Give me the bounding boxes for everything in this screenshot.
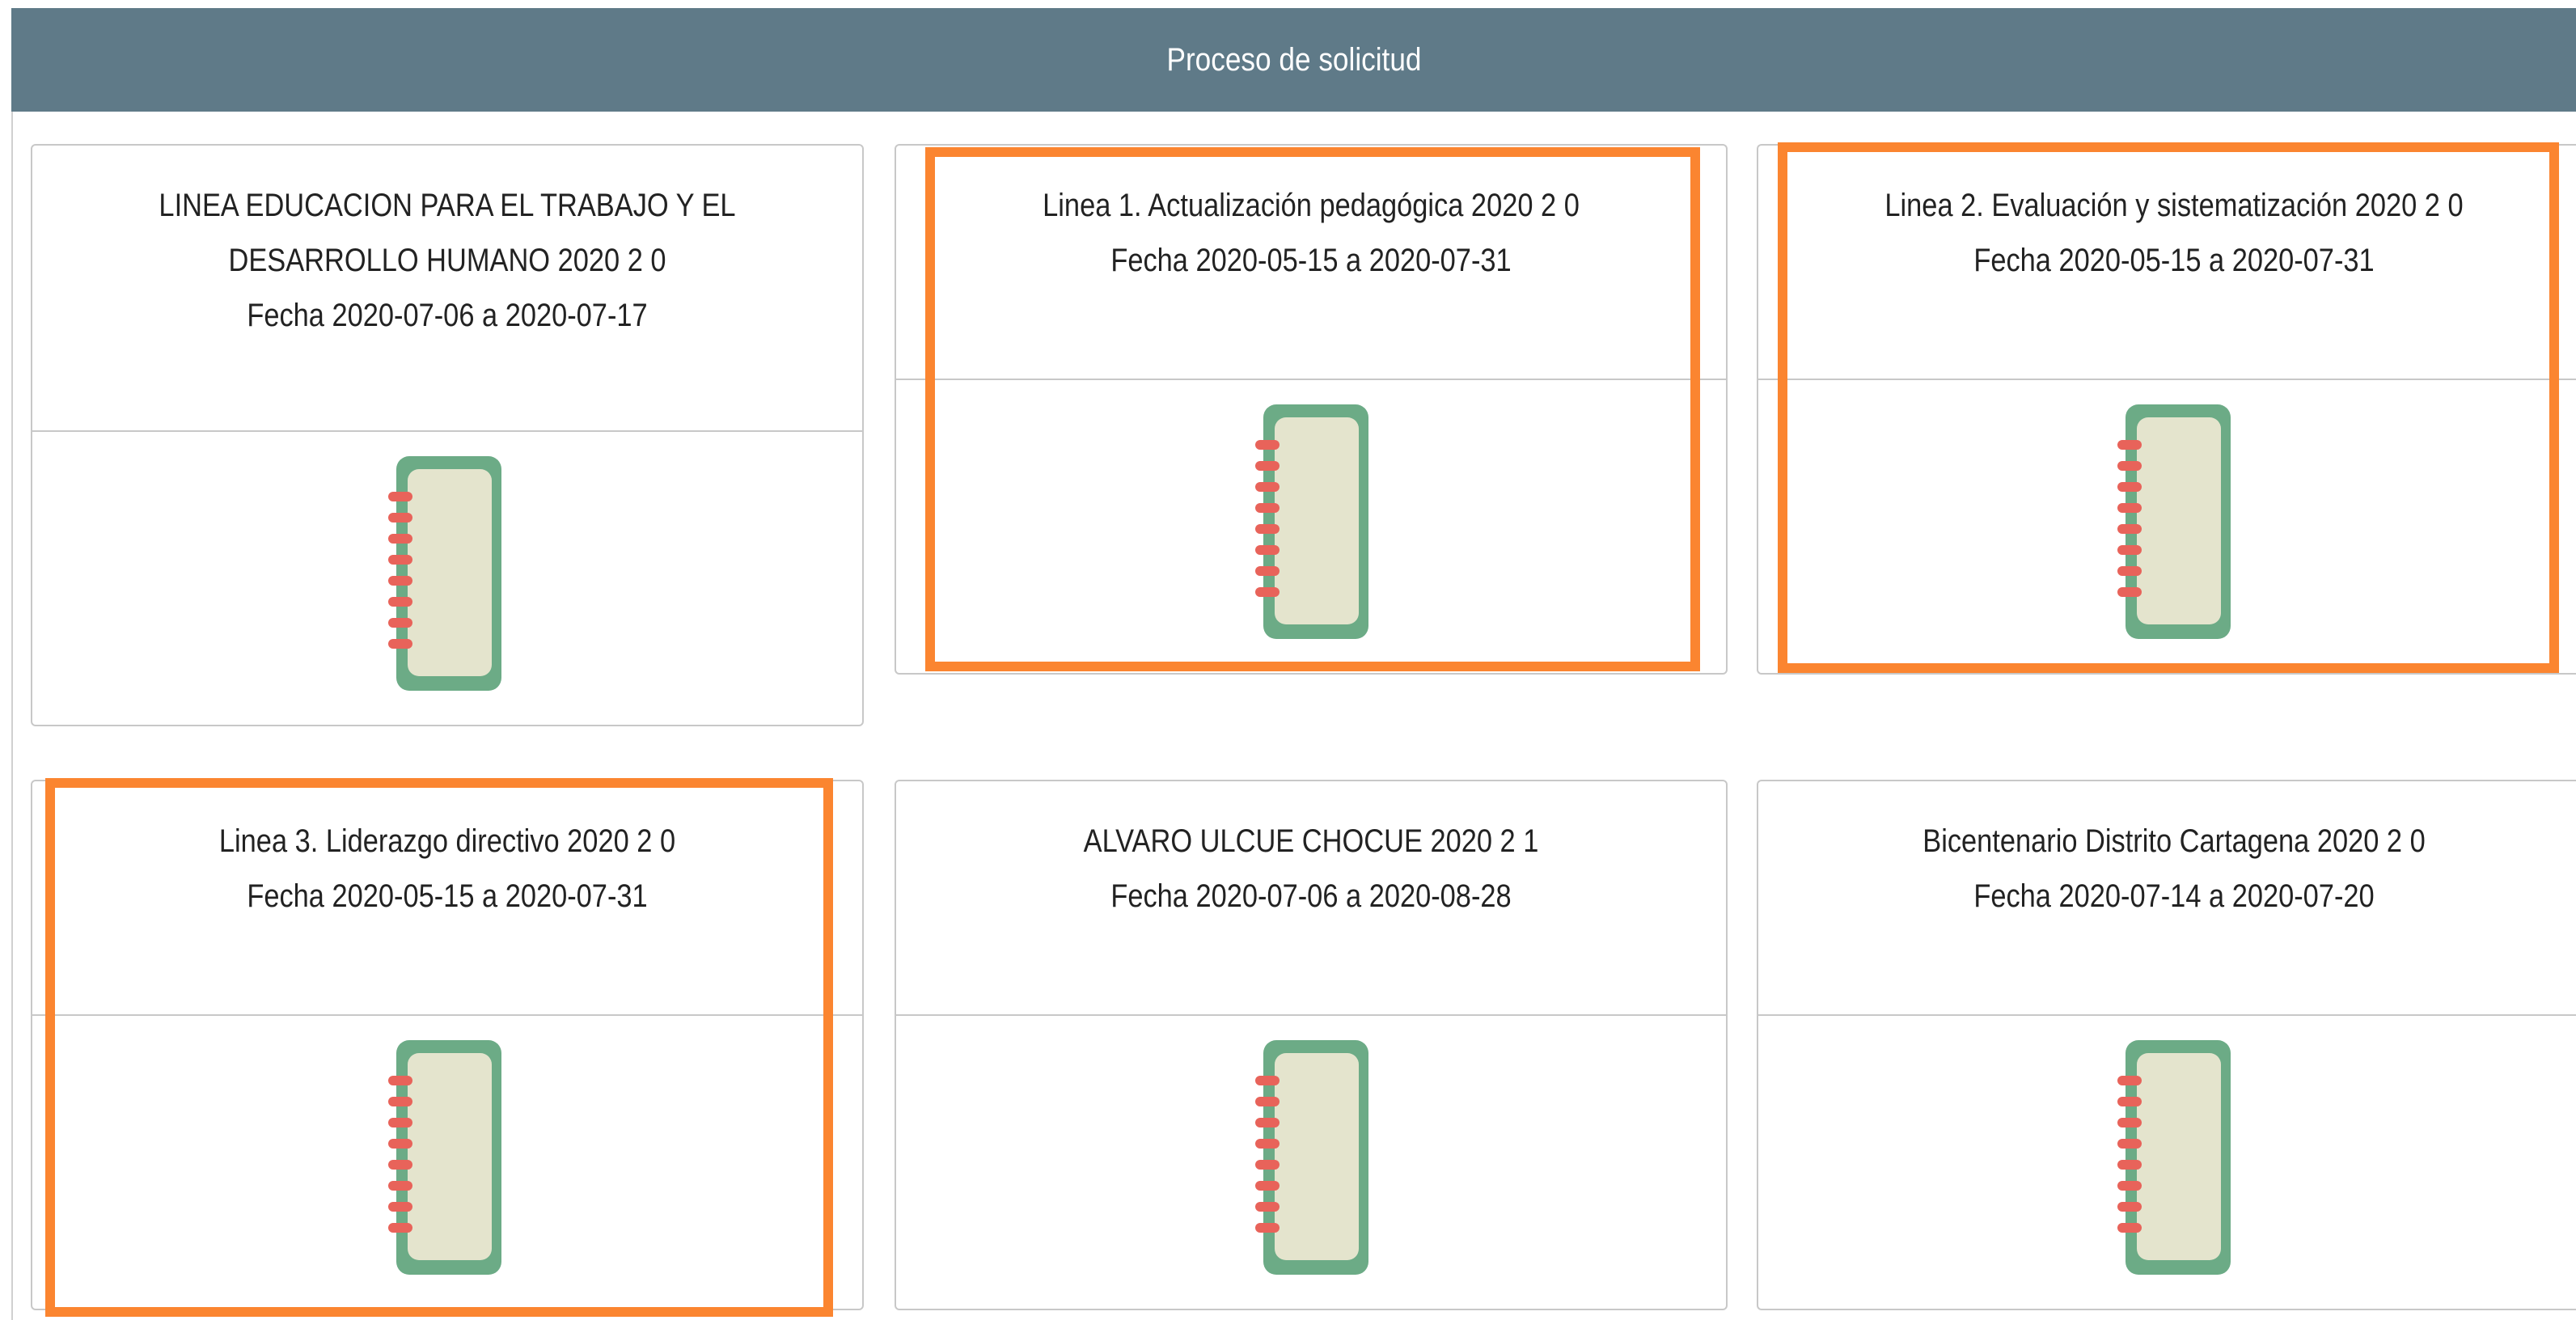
card-title: ALVARO ULCUE CHOCUE 2020 2 1 [1083, 823, 1539, 859]
page-header: Proceso de solicitud [11, 8, 2576, 112]
card-divider [1758, 1014, 2576, 1016]
notebook-icon[interactable] [388, 456, 501, 691]
card-title: DESARROLLO HUMANO 2020 2 0 [228, 243, 666, 278]
card-title: Bicentenario Distrito Cartagena 2020 2 0 [1922, 823, 2426, 859]
card-header: Linea 3. Liderazgo directivo 2020 2 0 Fe… [32, 814, 862, 924]
card-header: LINEA EDUCACION PARA EL TRABAJO Y EL DES… [32, 178, 862, 343]
process-card[interactable]: Bicentenario Distrito Cartagena 2020 2 0… [1757, 780, 2576, 1310]
card-date: Fecha 2020-05-15 a 2020-07-31 [247, 878, 648, 914]
process-card[interactable]: ALVARO ULCUE CHOCUE 2020 2 1 Fecha 2020-… [895, 780, 1728, 1310]
card-header: Bicentenario Distrito Cartagena 2020 2 0… [1758, 814, 2576, 924]
card-date: Fecha 2020-07-06 a 2020-08-28 [1110, 878, 1512, 914]
process-card[interactable]: Linea 3. Liderazgo directivo 2020 2 0 Fe… [31, 780, 864, 1310]
card-divider [1758, 379, 2576, 380]
card-divider [896, 1014, 1726, 1016]
card-title: Linea 2. Evaluación y sistematización 20… [1884, 188, 2464, 223]
process-card[interactable]: LINEA EDUCACION PARA EL TRABAJO Y EL DES… [31, 144, 864, 726]
process-card[interactable]: Linea 1. Actualización pedagógica 2020 2… [895, 144, 1728, 675]
card-divider [896, 379, 1726, 380]
card-date: Fecha 2020-05-15 a 2020-07-31 [1110, 243, 1512, 278]
notebook-icon[interactable] [1255, 404, 1368, 639]
process-card[interactable]: Linea 2. Evaluación y sistematización 20… [1757, 144, 2576, 675]
app-root: Proceso de solicitud LINEA EDUCACION PAR… [0, 0, 2576, 1320]
card-title: Linea 3. Liderazgo directivo 2020 2 0 [218, 823, 676, 859]
card-header: Linea 2. Evaluación y sistematización 20… [1758, 178, 2576, 288]
content-left-border [11, 112, 13, 1320]
card-date: Fecha 2020-07-14 a 2020-07-20 [1973, 878, 2375, 914]
card-header: ALVARO ULCUE CHOCUE 2020 2 1 Fecha 2020-… [896, 814, 1726, 924]
notebook-icon[interactable] [2117, 1040, 2231, 1275]
page-title: Proceso de solicitud [1165, 41, 1422, 78]
card-title: Linea 1. Actualización pedagógica 2020 2… [1043, 188, 1580, 223]
card-date: Fecha 2020-07-06 a 2020-07-17 [247, 298, 648, 333]
notebook-icon[interactable] [2117, 404, 2231, 639]
card-title: LINEA EDUCACION PARA EL TRABAJO Y EL [159, 188, 736, 223]
card-divider [32, 1014, 862, 1016]
notebook-icon[interactable] [388, 1040, 501, 1275]
card-date: Fecha 2020-05-15 a 2020-07-31 [1973, 243, 2375, 278]
card-divider [32, 430, 862, 432]
card-header: Linea 1. Actualización pedagógica 2020 2… [896, 178, 1726, 288]
notebook-icon[interactable] [1255, 1040, 1368, 1275]
